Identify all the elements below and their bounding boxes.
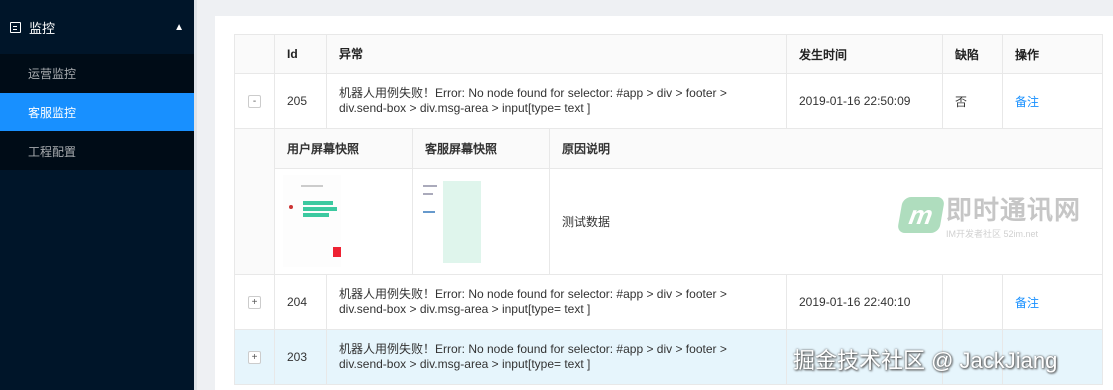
- sidebar-item-label: 工程配置: [28, 144, 77, 159]
- row-id: 204: [275, 275, 327, 329]
- sidebar: 监控 ▲ 运营监控 客服监控 工程配置: [0, 0, 194, 390]
- table-row: - 205 机器人用例失败！Error: No node found for s…: [235, 74, 1103, 129]
- watermark-logo-text: 即时通讯网: [946, 195, 1082, 225]
- agent-screenshot-thumbnail[interactable]: [413, 169, 550, 274]
- chevron-up-icon: ▲: [174, 21, 184, 33]
- sidebar-item-label: 客服监控: [28, 105, 77, 120]
- watermark-logo-sub: IM开发者社区 52im.net: [946, 229, 1039, 239]
- row-id: 203: [275, 330, 327, 384]
- sidebar-section-monitor[interactable]: 监控 ▲: [0, 0, 194, 54]
- column-header-id[interactable]: Id: [275, 35, 327, 73]
- expand-column-header: [235, 35, 275, 73]
- sidebar-section-label: 监控: [29, 20, 56, 36]
- row-defect: [943, 275, 1003, 329]
- expand-row-button[interactable]: +: [248, 350, 261, 364]
- watermark-logo: m 即时通讯网 IM开发者社区 52im.net: [896, 190, 1082, 240]
- row-error: 机器人用例失败！Error: No node found for selecto…: [327, 74, 787, 128]
- expand-row-button[interactable]: +: [248, 295, 261, 309]
- row-error: 机器人用例失败！Error: No node found for selecto…: [327, 275, 787, 329]
- table-row: + 204 机器人用例失败！Error: No node found for s…: [235, 275, 1103, 330]
- column-header-time[interactable]: 发生时间: [787, 35, 943, 73]
- user-screenshot-thumbnail[interactable]: [275, 169, 413, 274]
- subcolumn-header-reason: 原因说明: [562, 142, 611, 156]
- sidebar-item-label: 运营监控: [28, 66, 77, 81]
- row-error: 机器人用例失败！Error: No node found for selecto…: [327, 330, 787, 384]
- note-link[interactable]: 备注: [1015, 93, 1039, 110]
- column-header-error[interactable]: 异常: [327, 35, 787, 73]
- row-time: 2019-01-16 22:40:10: [787, 275, 943, 329]
- sidebar-item-engineering-config[interactable]: 工程配置: [0, 132, 194, 170]
- watermark-bottom: 掘金技术社区 @ JackJiang: [793, 348, 1058, 373]
- row-time: 2019-01-16 22:50:09: [787, 74, 943, 128]
- subcolumn-header-user-screenshot: 用户屏幕快照: [275, 129, 413, 168]
- subcolumn-header-agent-screenshot: 客服屏幕快照: [413, 129, 550, 168]
- sidebar-item-operations[interactable]: 运营监控: [0, 54, 194, 92]
- note-link[interactable]: 备注: [1015, 294, 1039, 311]
- row-defect: 否: [943, 74, 1003, 128]
- sidebar-divider: [194, 0, 197, 390]
- sidebar-item-customer-service[interactable]: 客服监控: [0, 93, 194, 131]
- column-header-defect[interactable]: 缺陷: [943, 35, 1003, 73]
- logo-icon: m: [896, 197, 946, 233]
- collapse-row-button[interactable]: -: [248, 94, 261, 108]
- row-id: 205: [275, 74, 327, 128]
- table-header: Id 异常 发生时间 缺陷 操作: [235, 34, 1103, 74]
- monitor-icon: [10, 21, 21, 33]
- column-header-action: 操作: [1003, 35, 1103, 73]
